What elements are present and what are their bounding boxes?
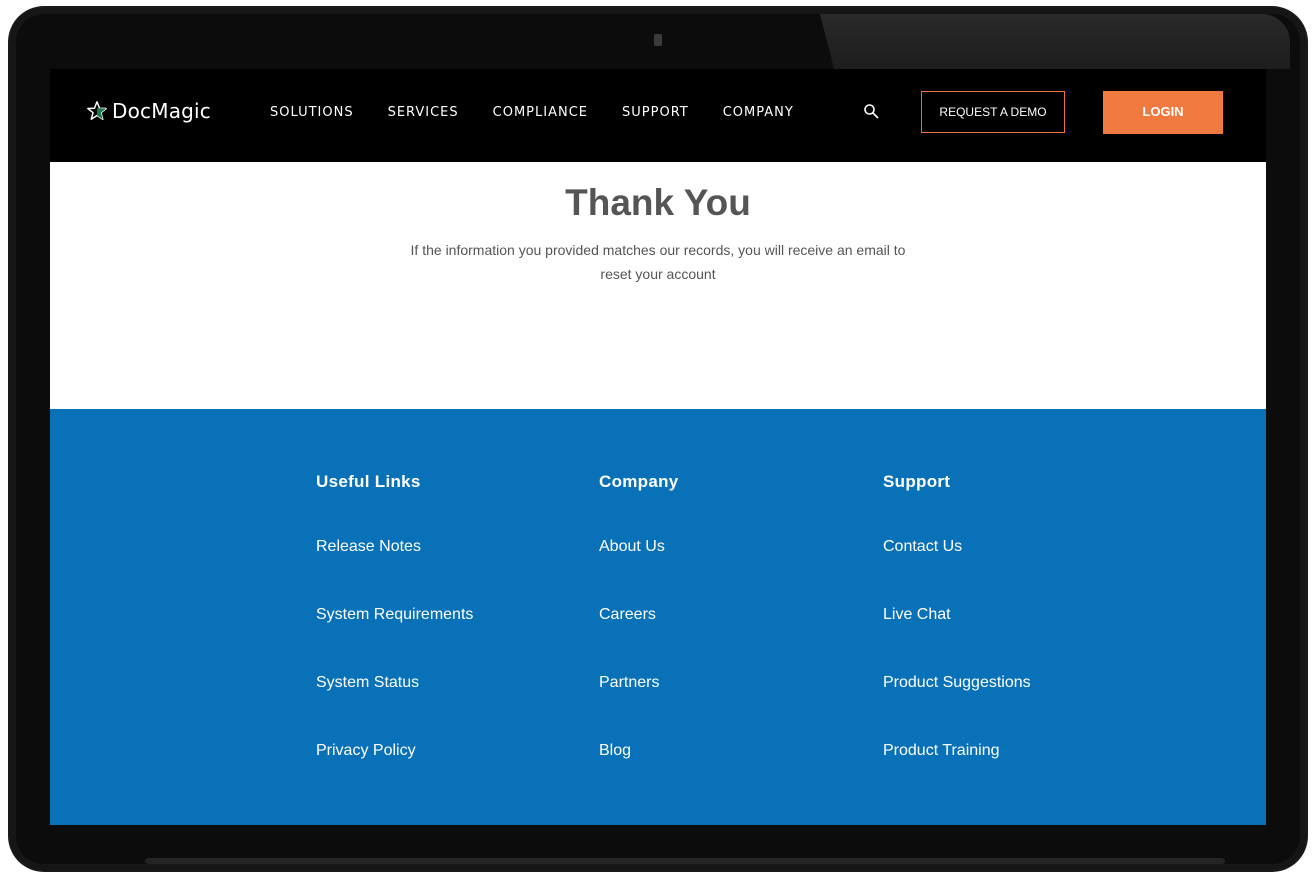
footer-link-careers[interactable]: Careers [599, 606, 849, 674]
star-icon [87, 101, 107, 120]
webcam-icon [654, 34, 662, 46]
laptop-frame-highlight [820, 14, 1290, 69]
search-icon[interactable] [863, 103, 879, 119]
nav-item-services[interactable]: SERVICES [388, 105, 459, 120]
footer-link-system-status[interactable]: System Status [316, 674, 566, 742]
footer-link-privacy-policy[interactable]: Privacy Policy [316, 742, 566, 810]
footer-column-support: Support Contact Us Live Chat Product Sug… [883, 472, 1133, 810]
footer-link-product-suggestions[interactable]: Product Suggestions [883, 674, 1133, 742]
footer-link-system-requirements[interactable]: System Requirements [316, 606, 566, 674]
main-menu: SOLUTIONS SERVICES COMPLIANCE SUPPORT CO… [270, 105, 828, 120]
stage: DocMagic SOLUTIONS SERVICES COMPLIANCE S… [0, 0, 1315, 875]
footer-link-about-us[interactable]: About Us [599, 538, 849, 606]
brand-name: DocMagic [112, 99, 211, 123]
footer-link-release-notes[interactable]: Release Notes [316, 538, 566, 606]
laptop-hinge [145, 858, 1225, 864]
nav-item-company[interactable]: COMPANY [723, 105, 794, 120]
footer-link-product-training[interactable]: Product Training [883, 742, 1133, 810]
footer-link-partners[interactable]: Partners [599, 674, 849, 742]
footer-heading-company: Company [599, 472, 679, 491]
footer-link-contact-us[interactable]: Contact Us [883, 538, 1133, 606]
footer-column-useful-links: Useful Links Release Notes System Requir… [316, 472, 566, 810]
footer-link-live-chat[interactable]: Live Chat [883, 606, 1133, 674]
nav-item-compliance[interactable]: COMPLIANCE [493, 105, 588, 120]
nav-item-solutions[interactable]: SOLUTIONS [270, 105, 354, 120]
request-demo-button[interactable]: REQUEST A DEMO [921, 91, 1065, 133]
footer-link-blog[interactable]: Blog [599, 742, 849, 810]
nav-item-support[interactable]: SUPPORT [622, 105, 689, 120]
laptop-screen: DocMagic SOLUTIONS SERVICES COMPLIANCE S… [50, 69, 1266, 825]
page-title: Thank You [565, 182, 751, 223]
confirmation-message: If the information you provided matches … [410, 242, 906, 282]
footer-heading-support: Support [883, 472, 951, 491]
footer-heading-useful-links: Useful Links [316, 472, 421, 491]
site-footer: Useful Links Release Notes System Requir… [50, 409, 1266, 825]
top-navigation: DocMagic SOLUTIONS SERVICES COMPLIANCE S… [50, 69, 1266, 162]
footer-column-company: Company About Us Careers Partners Blog [599, 472, 849, 810]
brand-logo[interactable]: DocMagic [86, 99, 211, 123]
thank-you-section: Thank You If the information you provide… [50, 162, 1266, 409]
login-button[interactable]: LOGIN [1103, 91, 1223, 134]
